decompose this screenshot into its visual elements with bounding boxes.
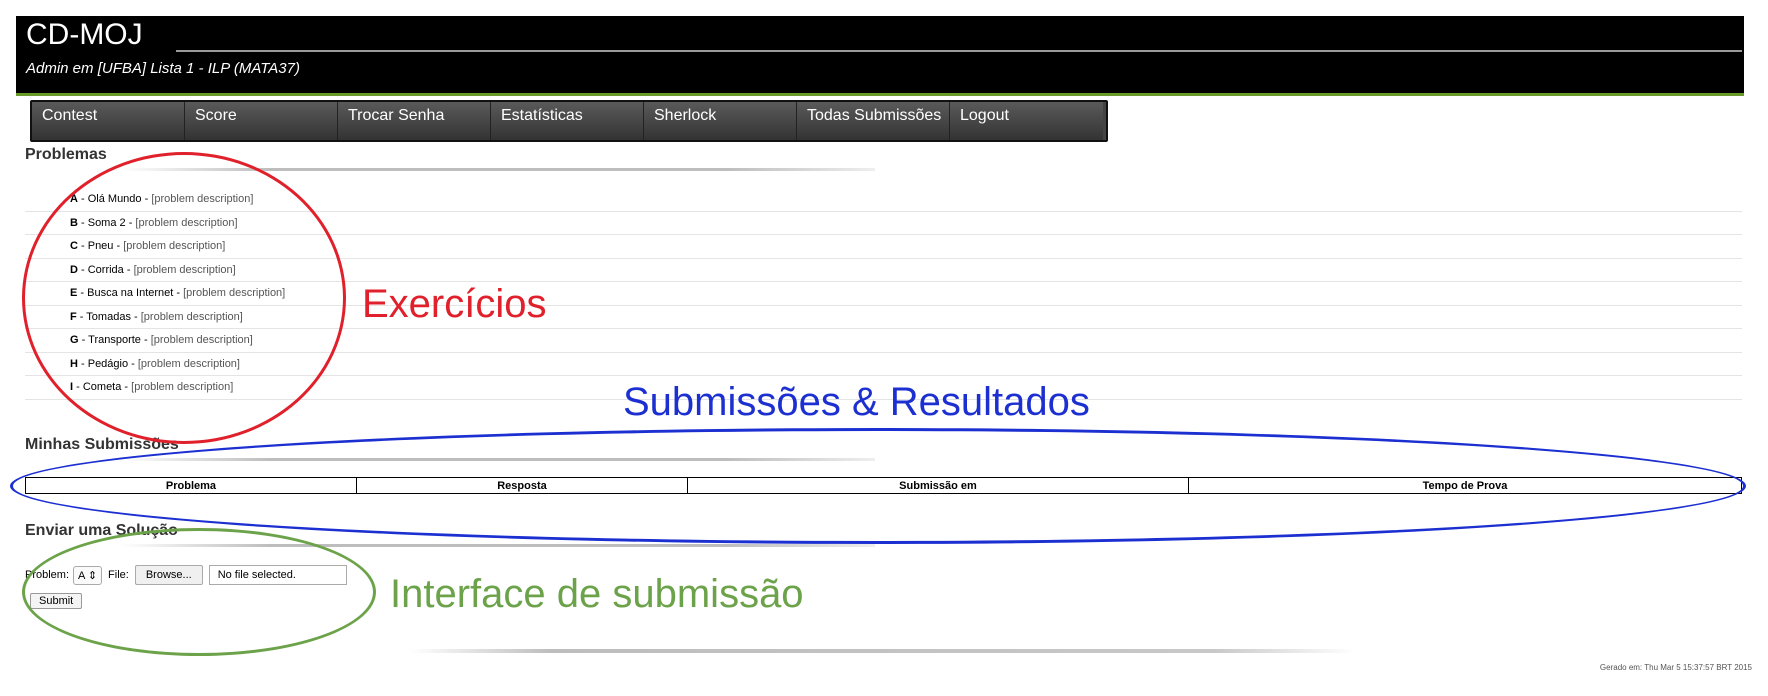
generated-timestamp: Gerado em: Thu Mar 5 15:37:57 BRT 2015 bbox=[1599, 663, 1752, 672]
menu-item-statistics[interactable]: Estatísticas bbox=[491, 102, 644, 140]
problems-heading: Problemas bbox=[25, 146, 107, 163]
footer-divider bbox=[410, 649, 1355, 653]
contest-subtitle: Admin em [UFBA] Lista 1 - ILP (MATA37) bbox=[26, 60, 300, 77]
title-divider bbox=[176, 50, 1742, 52]
menu-item-score[interactable]: Score bbox=[185, 102, 338, 140]
exercises-annotation-ellipse bbox=[22, 152, 346, 444]
menu-item-change-password[interactable]: Trocar Senha bbox=[338, 102, 491, 140]
menu-item-logout[interactable]: Logout bbox=[950, 102, 1103, 140]
exercises-annotation-label: Exercícios bbox=[362, 282, 547, 326]
menu-item-contest[interactable]: Contest bbox=[32, 102, 185, 140]
results-annotation-ellipse bbox=[10, 428, 1746, 544]
results-annotation-label: Submissões & Resultados bbox=[623, 380, 1090, 424]
site-header: CD-MOJ Admin em [UFBA] Lista 1 - ILP (MA… bbox=[16, 16, 1744, 96]
interface-annotation-label: Interface de submissão bbox=[390, 572, 804, 616]
menu-item-sherlock[interactable]: Sherlock bbox=[644, 102, 797, 140]
menu-item-all-submissions[interactable]: Todas Submissões bbox=[797, 102, 950, 140]
interface-annotation-ellipse bbox=[22, 528, 376, 656]
main-menu: Contest Score Trocar Senha Estatísticas … bbox=[30, 100, 1108, 142]
site-title: CD-MOJ bbox=[26, 18, 143, 51]
